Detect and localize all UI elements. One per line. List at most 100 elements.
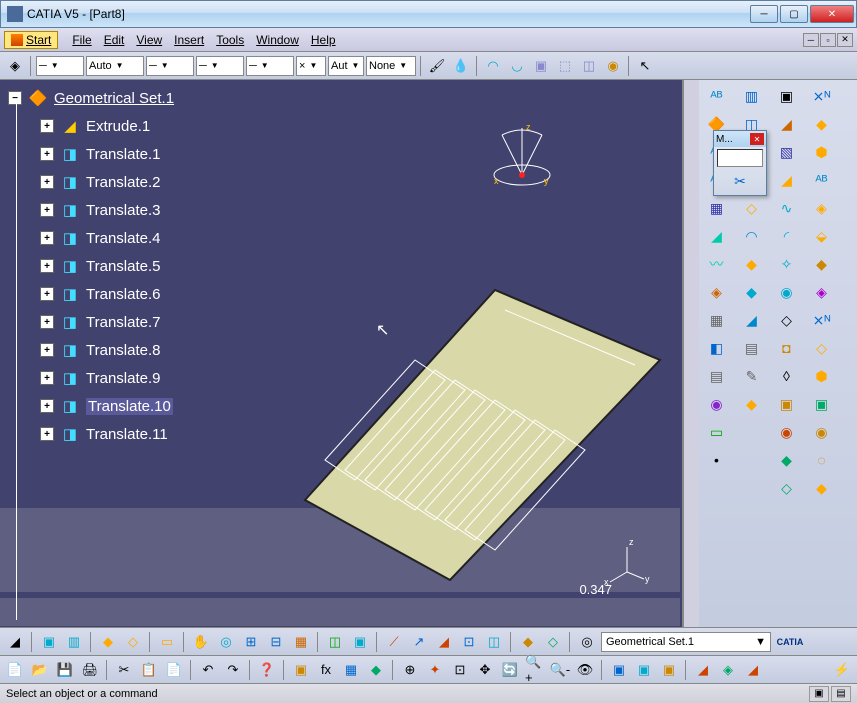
mdi-restore-button[interactable]: ▫ — [820, 33, 836, 47]
tool-icon[interactable]: ◢ — [4, 631, 26, 653]
tool-icon[interactable]: ▥ — [63, 631, 85, 653]
tool-icon[interactable]: fx — [315, 659, 337, 681]
cut-icon[interactable]: ✂ — [113, 659, 135, 681]
none-dropdown[interactable]: None▼ — [366, 56, 416, 76]
expand-icon[interactable]: + — [40, 371, 54, 385]
tool-icon[interactable]: ◈ — [810, 280, 834, 304]
tool-icon[interactable]: ◎ — [215, 631, 237, 653]
zoom-in-icon[interactable]: 🔍+ — [524, 659, 546, 681]
box-icon[interactable]: ▣ — [530, 55, 552, 77]
tool-icon[interactable]: ▣ — [658, 659, 680, 681]
tool-icon[interactable]: ◉ — [775, 420, 799, 444]
tree-item[interactable]: + ◨ Translate.1 — [0, 140, 260, 168]
tree-item[interactable]: + ◨ Translate.3 — [0, 196, 260, 224]
redo-icon[interactable]: ↷ — [222, 659, 244, 681]
tool-icon[interactable]: ▭ — [156, 631, 178, 653]
close-button[interactable]: ✕ — [810, 5, 854, 23]
tool-icon[interactable]: ◆ — [810, 112, 834, 136]
compass-icon[interactable]: x y z — [482, 120, 562, 190]
tree-item[interactable]: + ◢ Extrude.1 — [0, 112, 260, 140]
tool-icon[interactable]: ▤ — [740, 336, 764, 360]
tool-icon[interactable]: ▣ — [608, 659, 630, 681]
box2-icon[interactable]: ◫ — [578, 55, 600, 77]
tool-icon[interactable]: ⟋ — [383, 631, 405, 653]
mdi-minimize-button[interactable]: ─ — [803, 33, 819, 47]
3d-viewport[interactable]: − 🔶 Geometrical Set.1 + ◢ Extrude.1 + ◨ … — [0, 80, 683, 627]
vertical-scrollbar[interactable] — [683, 80, 699, 627]
tree-item[interactable]: + ◨ Translate.9 — [0, 364, 260, 392]
expand-icon[interactable]: + — [40, 203, 54, 217]
aut-dropdown[interactable]: Aut▼ — [328, 56, 364, 76]
tool-icon[interactable]: ◫ — [324, 631, 346, 653]
tool-icon[interactable]: ▣ — [775, 84, 799, 108]
tool-icon[interactable]: ◫ — [483, 631, 505, 653]
scissors-icon[interactable]: ✂ — [728, 169, 752, 193]
tool-icon[interactable]: ◈ — [810, 196, 834, 220]
style2-dropdown[interactable]: ─▼ — [196, 56, 244, 76]
tool-icon[interactable]: ⊞ — [240, 631, 262, 653]
tool-icon[interactable]: ◇ — [775, 476, 799, 500]
expand-icon[interactable]: + — [40, 287, 54, 301]
geoset-dropdown[interactable]: Geometrical Set.1▼ — [601, 632, 771, 652]
expand-icon[interactable]: + — [40, 399, 54, 413]
eyedropper-icon[interactable]: 💧 — [450, 55, 472, 77]
expand-icon[interactable]: + — [40, 119, 54, 133]
tool-icon[interactable]: ◌ — [810, 448, 834, 472]
tool-icon[interactable]: ◢ — [705, 224, 729, 248]
auto-dropdown[interactable]: Auto▼ — [86, 56, 144, 76]
tool-icon[interactable]: ◢ — [775, 112, 799, 136]
tool-icon[interactable]: ✦ — [424, 659, 446, 681]
tool-icon[interactable]: ᴬᴮ — [705, 84, 729, 108]
menu-view[interactable]: View — [130, 30, 168, 50]
menu-help[interactable]: Help — [305, 30, 342, 50]
tool-icon[interactable]: ◆ — [810, 252, 834, 276]
tool-icon[interactable]: ▣ — [290, 659, 312, 681]
expand-icon[interactable]: + — [40, 315, 54, 329]
tool-icon[interactable]: ▣ — [349, 631, 371, 653]
surface2-icon[interactable]: ◡ — [506, 55, 528, 77]
maximize-button[interactable]: ▢ — [780, 5, 808, 23]
copy-icon[interactable]: 📋 — [138, 659, 160, 681]
tree-item[interactable]: + ◨ Translate.10 — [0, 392, 260, 420]
expand-icon[interactable]: + — [40, 231, 54, 245]
tool-icon[interactable]: ◉ — [810, 420, 834, 444]
mdi-close-button[interactable]: ✕ — [837, 33, 853, 47]
tool-icon[interactable]: ◇ — [810, 336, 834, 360]
tool-icon[interactable]: ⬢ — [810, 364, 834, 388]
tool-icon[interactable]: ◢ — [433, 631, 455, 653]
tree-item[interactable]: + ◨ Translate.8 — [0, 336, 260, 364]
tool-icon[interactable]: ◆ — [740, 252, 764, 276]
close-icon[interactable]: ✕ — [750, 133, 764, 145]
pan-icon[interactable]: ✥ — [474, 659, 496, 681]
tool-icon[interactable]: ◜ — [775, 224, 799, 248]
tool-icon[interactable]: ⬢ — [810, 140, 834, 164]
tool-icon[interactable]: ▭ — [705, 420, 729, 444]
disk-icon[interactable]: ◉ — [602, 55, 624, 77]
tool-icon[interactable]: • — [705, 448, 729, 472]
tool-icon[interactable]: ⊟ — [265, 631, 287, 653]
status-icon[interactable]: ▤ — [831, 686, 851, 702]
tool-icon[interactable]: ▣ — [38, 631, 60, 653]
tree-item[interactable]: + ◨ Translate.5 — [0, 252, 260, 280]
linetype-dropdown[interactable]: ─▼ — [36, 56, 84, 76]
tool-icon[interactable]: ▦ — [705, 308, 729, 332]
point-dropdown[interactable]: ×▼ — [296, 56, 326, 76]
tool-icon[interactable]: ◉ — [705, 392, 729, 416]
brush-icon[interactable]: 🖌 — [426, 55, 448, 77]
paste-icon[interactable]: 📄 — [163, 659, 185, 681]
style-dropdown[interactable]: ─▼ — [146, 56, 194, 76]
help-icon[interactable]: ❓ — [256, 659, 278, 681]
expand-icon[interactable]: + — [40, 147, 54, 161]
floating-toolbar[interactable]: M... ✕ ✂ — [713, 130, 767, 196]
tree-item[interactable]: + ◨ Translate.4 — [0, 224, 260, 252]
target-icon[interactable]: ◎ — [576, 631, 598, 653]
view-icon[interactable]: 👁 — [574, 659, 596, 681]
tool-icon[interactable]: ◆ — [775, 448, 799, 472]
expand-icon[interactable]: + — [40, 343, 54, 357]
tool-icon[interactable]: ◊ — [775, 364, 799, 388]
expand-icon[interactable]: + — [40, 259, 54, 273]
menu-file[interactable]: File — [66, 30, 97, 50]
tool-icon[interactable]: ✋ — [190, 631, 212, 653]
tool-icon[interactable]: ▥ — [740, 84, 764, 108]
tool-icon[interactable]: ◆ — [740, 280, 764, 304]
